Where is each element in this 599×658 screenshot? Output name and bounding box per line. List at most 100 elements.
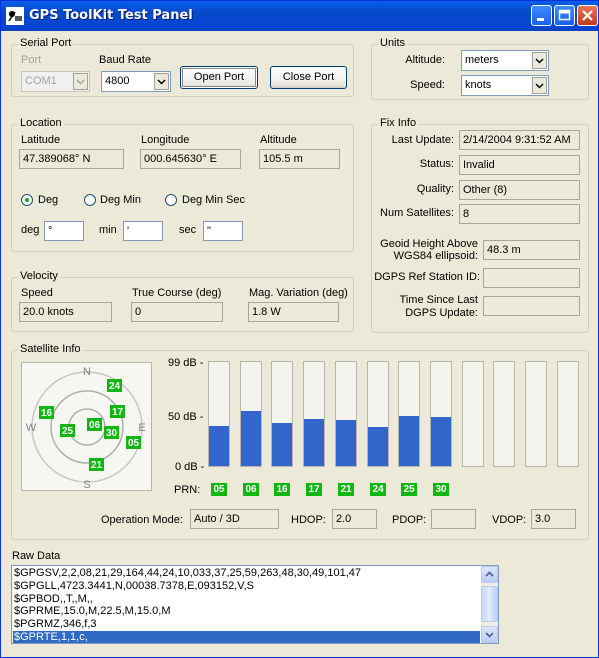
status-value: Invalid bbox=[459, 155, 580, 175]
sky-sat-16[interactable]: 16 bbox=[39, 406, 54, 419]
raw-data-row[interactable]: $GPRME,15.0,M,22.5,M,15.0,M bbox=[14, 605, 171, 618]
db-label-50: 50 dB - bbox=[168, 411, 204, 423]
hdop-value: 2.0 bbox=[332, 509, 377, 529]
deg-input[interactable]: ° bbox=[44, 221, 84, 241]
scroll-up-button[interactable] bbox=[481, 566, 498, 583]
svg-text:30: 30 bbox=[106, 428, 118, 439]
chevron-up-icon bbox=[485, 571, 494, 577]
satellite-info-legend: Satellite Info bbox=[18, 343, 83, 355]
signal-bar-prn-30 bbox=[431, 417, 451, 466]
sky-sat-21[interactable]: 21 bbox=[89, 458, 104, 471]
chevron-down-icon bbox=[485, 632, 494, 638]
time-since-dgps-label-line2: DGPS Update: bbox=[405, 307, 478, 319]
close-port-button[interactable]: Close Port bbox=[270, 66, 347, 89]
true-course-label: True Course (deg) bbox=[132, 287, 222, 299]
pdop-value bbox=[431, 509, 476, 529]
minimize-button[interactable] bbox=[531, 5, 552, 26]
sky-sat-05[interactable]: 05 bbox=[126, 436, 141, 449]
port-dropdown-button[interactable] bbox=[73, 73, 88, 90]
min-input[interactable]: ' bbox=[123, 221, 163, 241]
speed-unit-dropdown-button[interactable] bbox=[532, 77, 547, 94]
units-speed-label: Speed: bbox=[410, 79, 445, 91]
sec-input[interactable]: " bbox=[203, 221, 243, 241]
latitude-value: 47.389068° N bbox=[19, 149, 124, 169]
open-port-button[interactable]: Open Port bbox=[180, 66, 258, 89]
signal-bar-column bbox=[367, 361, 389, 467]
speed-label: Speed bbox=[21, 287, 53, 299]
time-since-dgps-label-line1: Time Since Last bbox=[399, 294, 478, 306]
signal-bar-prn-21 bbox=[336, 420, 356, 466]
latitude-label: Latitude bbox=[21, 134, 61, 146]
sky-sat-24[interactable]: 24 bbox=[107, 379, 122, 392]
baud-rate-dropdown-button[interactable] bbox=[154, 73, 169, 90]
deg-min-sec-radio-label[interactable]: Deg Min Sec bbox=[182, 194, 245, 206]
maximize-button[interactable] bbox=[554, 5, 575, 26]
port-label: Port bbox=[21, 54, 42, 66]
scroll-thumb[interactable] bbox=[481, 586, 498, 622]
baud-rate-select[interactable]: 4800 bbox=[101, 71, 171, 92]
signal-bar-column bbox=[271, 361, 293, 467]
prn-tag-21: 21 bbox=[338, 483, 354, 496]
svg-text:16: 16 bbox=[41, 408, 53, 419]
speed-unit-select[interactable]: knots bbox=[461, 75, 549, 96]
raw-data-row[interactable]: $GPGLL,4723.3441,N,00038.7378,E,093152,V… bbox=[14, 580, 254, 593]
last-update-value: 2/14/2004 9:31:52 AM bbox=[459, 130, 580, 150]
signal-bar-prn-25 bbox=[399, 416, 419, 466]
prn-tag-25: 25 bbox=[401, 483, 417, 496]
deg-min-sec-radio[interactable] bbox=[165, 194, 177, 206]
db-label-0: 0 dB - bbox=[175, 461, 205, 473]
hdop-label: HDOP: bbox=[291, 514, 326, 526]
svg-text:21: 21 bbox=[91, 460, 103, 471]
deg-min-radio[interactable] bbox=[84, 194, 96, 206]
velocity-legend: Velocity bbox=[18, 270, 60, 282]
deg-label: deg bbox=[21, 224, 40, 236]
signal-bar-prn-05 bbox=[209, 426, 229, 466]
chevron-down-icon bbox=[535, 83, 544, 89]
chevron-down-icon bbox=[76, 79, 85, 85]
prn-tag-30: 30 bbox=[433, 483, 449, 496]
raw-data-scrollbar[interactable] bbox=[481, 566, 498, 643]
dgps-station-value bbox=[483, 268, 580, 288]
close-button[interactable] bbox=[577, 5, 598, 26]
deg-min-radio-label[interactable]: Deg Min bbox=[100, 194, 141, 206]
time-since-dgps-value bbox=[483, 296, 580, 316]
signal-bar-column bbox=[462, 361, 484, 467]
compass-north: N bbox=[83, 366, 91, 378]
prn-tag-06: 06 bbox=[243, 483, 259, 496]
quality-label: Quality: bbox=[416, 183, 454, 195]
sky-sat-06[interactable]: 06 bbox=[87, 418, 102, 431]
vdop-value: 3.0 bbox=[531, 509, 576, 529]
geoid-height-label-line2: WGS84 ellipsoid: bbox=[393, 250, 478, 262]
raw-data-row[interactable]: $PGRMZ,346,f,3 bbox=[14, 618, 97, 631]
sky-sat-25[interactable]: 25 bbox=[60, 424, 75, 437]
deg-radio[interactable] bbox=[21, 194, 33, 206]
prn-tag-05: 05 bbox=[211, 483, 227, 496]
units-legend: Units bbox=[378, 37, 408, 49]
svg-text:25: 25 bbox=[62, 426, 74, 437]
altitude-unit-select[interactable]: meters bbox=[461, 50, 549, 71]
signal-bar-column bbox=[398, 361, 420, 467]
signal-bar-prn-17 bbox=[304, 419, 324, 466]
close-icon bbox=[582, 10, 593, 21]
sky-plot: N S E W 24 16 17 25 06 30 05 21 bbox=[21, 362, 152, 491]
signal-bar-column bbox=[335, 361, 357, 467]
sec-label: sec bbox=[179, 224, 197, 236]
scroll-down-button[interactable] bbox=[481, 626, 498, 643]
prn-label: PRN: bbox=[174, 484, 201, 496]
port-select[interactable]: COM1 bbox=[21, 71, 90, 92]
raw-data-row[interactable]: $GPGSV,2,2,08,21,29,164,44,24,10,033,37,… bbox=[14, 567, 361, 580]
raw-data-row[interactable]: $GPBOD,,T,,M,, bbox=[14, 593, 93, 606]
raw-data-row[interactable]: $GPRTE,1,1,c, bbox=[13, 631, 480, 643]
svg-text:17: 17 bbox=[112, 407, 124, 418]
title-bar[interactable]: GPS ToolKit Test Panel bbox=[1, 1, 598, 31]
sky-sat-17[interactable]: 17 bbox=[110, 405, 125, 418]
operation-mode-label: Operation Mode: bbox=[101, 514, 183, 526]
raw-data-listbox[interactable]: $GPGSV,2,2,08,21,29,164,44,24,10,033,37,… bbox=[11, 565, 499, 644]
vdop-label: VDOP: bbox=[492, 514, 527, 526]
altitude-unit-dropdown-button[interactable] bbox=[532, 52, 547, 69]
prn-tag-16: 16 bbox=[274, 483, 290, 496]
units-altitude-label: Altitude: bbox=[405, 54, 445, 66]
svg-text:06: 06 bbox=[89, 420, 101, 431]
deg-radio-label[interactable]: Deg bbox=[38, 194, 58, 206]
sky-sat-30[interactable]: 30 bbox=[104, 426, 119, 439]
